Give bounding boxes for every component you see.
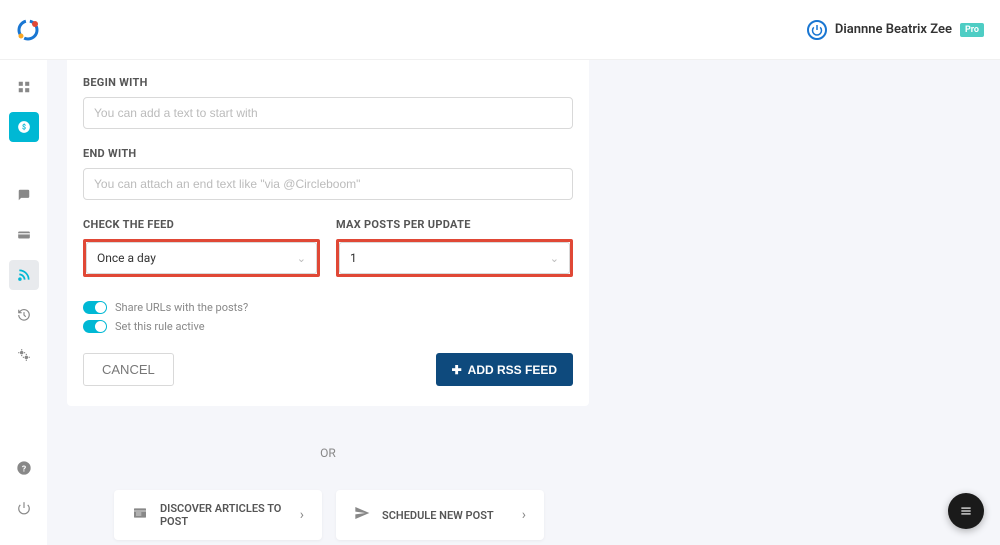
check-feed-value: Once a day bbox=[97, 251, 156, 265]
pro-badge: Pro bbox=[960, 23, 984, 37]
sidebar-history-icon[interactable] bbox=[9, 300, 39, 330]
sidebar-dollar-icon[interactable]: $ bbox=[9, 112, 39, 142]
sidebar-rss-icon[interactable] bbox=[9, 260, 39, 290]
add-rss-label: ADD RSS FEED bbox=[468, 363, 557, 377]
plus-icon: ✚ bbox=[452, 363, 462, 377]
articles-icon bbox=[132, 505, 148, 525]
end-with-label: END WITH bbox=[83, 147, 573, 160]
max-posts-select[interactable]: 1 ⌄ bbox=[339, 242, 570, 274]
or-separator: OR bbox=[67, 446, 589, 460]
rule-active-label: Set this rule active bbox=[115, 320, 205, 333]
sidebar-logout-icon[interactable] bbox=[9, 493, 39, 523]
chevron-right-icon: › bbox=[300, 507, 304, 523]
sidebar-settings-icon[interactable] bbox=[9, 340, 39, 370]
share-urls-toggle[interactable] bbox=[83, 301, 107, 314]
app-logo[interactable] bbox=[16, 18, 40, 42]
schedule-label: SCHEDULE NEW POST bbox=[382, 509, 510, 522]
sidebar-help-icon[interactable]: ? bbox=[9, 453, 39, 483]
schedule-post-card[interactable]: SCHEDULE NEW POST › bbox=[336, 490, 544, 540]
sidebar-grid-icon[interactable] bbox=[9, 72, 39, 102]
discover-label: DISCOVER ARTICLES TO POST bbox=[160, 502, 288, 528]
cancel-button[interactable]: CANCEL bbox=[83, 353, 174, 386]
svg-text:$: $ bbox=[21, 123, 25, 131]
svg-text:?: ? bbox=[21, 464, 25, 474]
user-menu[interactable]: Diannne Beatrix Zee Pro bbox=[807, 20, 984, 40]
begin-with-label: BEGIN WITH bbox=[83, 76, 573, 89]
chevron-down-icon: ⌄ bbox=[550, 252, 559, 265]
send-icon bbox=[354, 505, 370, 525]
check-feed-label: CHECK THE FEED bbox=[83, 218, 320, 231]
max-posts-label: MAX POSTS PER UPDATE bbox=[336, 218, 573, 231]
sidebar-comment-icon[interactable] bbox=[9, 180, 39, 210]
chevron-down-icon: ⌄ bbox=[297, 252, 306, 265]
rule-active-toggle[interactable] bbox=[83, 320, 107, 333]
fab-menu-button[interactable] bbox=[948, 493, 984, 529]
share-urls-label: Share URLs with the posts? bbox=[115, 301, 248, 314]
begin-with-input[interactable] bbox=[83, 97, 573, 129]
end-with-input[interactable] bbox=[83, 168, 573, 200]
power-icon bbox=[807, 20, 827, 40]
chevron-right-icon: › bbox=[522, 507, 526, 523]
add-rss-feed-button[interactable]: ✚ ADD RSS FEED bbox=[436, 353, 573, 386]
check-feed-select[interactable]: Once a day ⌄ bbox=[86, 242, 317, 274]
user-name: Diannne Beatrix Zee bbox=[835, 22, 952, 37]
sidebar-card-icon[interactable] bbox=[9, 220, 39, 250]
max-posts-value: 1 bbox=[350, 251, 357, 265]
discover-articles-card[interactable]: DISCOVER ARTICLES TO POST › bbox=[114, 490, 322, 540]
